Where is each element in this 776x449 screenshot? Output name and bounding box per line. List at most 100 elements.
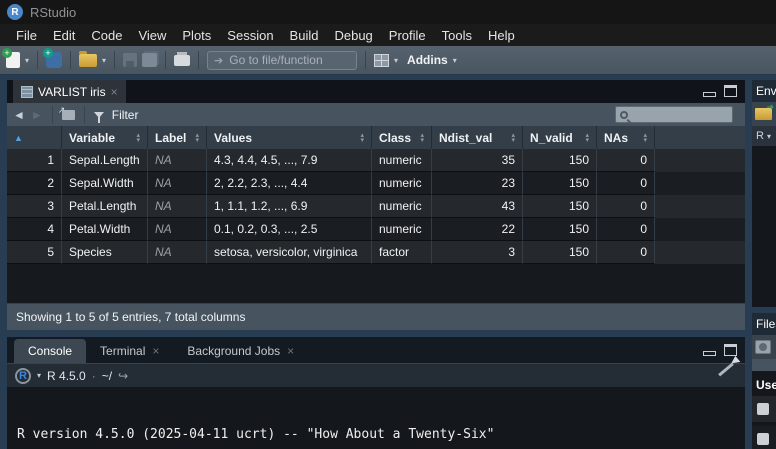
r-version-dropdown-icon[interactable]: ▾ [37,371,41,380]
open-in-new-window-icon[interactable] [62,110,75,120]
close-icon[interactable]: × [111,85,118,99]
header-n-valid[interactable]: N_valid▴▾ [523,126,597,149]
file-checkbox[interactable] [757,403,769,415]
files-toolbar [752,335,776,359]
environment-toolbar [752,102,776,126]
cell-class: numeric [372,218,432,241]
file-list-item[interactable] [752,396,776,422]
new-file-dropdown-icon[interactable]: ▾ [25,56,29,65]
files-breadcrumb-bar [752,359,776,371]
save-all-icon[interactable] [142,53,157,67]
table-row: 3 Petal.Length NA 1, 1.1, 1.2, ..., 6.9 … [7,195,745,218]
addins-dropdown-icon[interactable]: ▾ [453,56,457,65]
cell-variable: Petal.Length [62,195,148,218]
maximize-pane-icon[interactable] [724,344,737,356]
header-label[interactable]: Label▴▾ [148,126,207,149]
cell-values: 0.1, 0.2, 0.3, ..., 2.5 [207,218,372,241]
menu-build[interactable]: Build [282,28,327,43]
header-rownum[interactable]: ▲ [7,126,62,149]
tab-varlist-iris[interactable]: VARLIST iris × [13,80,126,103]
toolbar-separator [70,51,71,69]
pane-layout-dropdown-icon[interactable]: ▾ [394,56,398,65]
minimize-pane-icon[interactable] [703,92,716,97]
cell-class: numeric [372,172,432,195]
cell-nas: 0 [597,149,655,172]
new-file-icon[interactable] [6,52,20,68]
environment-pane: Environment R ▾ [752,80,776,307]
files-pane-header[interactable]: Files [752,313,776,335]
close-icon[interactable]: × [152,344,159,358]
print-icon[interactable] [174,55,190,66]
menu-debug[interactable]: Debug [326,28,380,43]
header-class[interactable]: Class▴▾ [372,126,432,149]
files-tab-label: Files [756,317,776,331]
goto-placeholder: Go to file/function [229,53,322,67]
table-header-row: ▲ Variable▴▾ Label▴▾ Values▴▾ Class▴▾ Nd… [7,126,745,149]
filter-icon[interactable] [94,112,104,118]
data-grid-icon [21,86,33,98]
menu-tools[interactable]: Tools [434,28,480,43]
menu-code[interactable]: Code [83,28,130,43]
cell-class: numeric [372,195,432,218]
new-folder-icon[interactable] [755,340,771,354]
go-to-directory-icon[interactable]: ↪ [118,369,128,383]
r-version-icon[interactable]: R [15,368,31,384]
back-arrow-icon[interactable]: ◄ [13,108,25,122]
file-checkbox[interactable] [757,433,769,445]
menu-view[interactable]: View [130,28,174,43]
environment-pane-header[interactable]: Environment [752,80,776,102]
goto-arrow-icon: ➔ [214,54,223,67]
chevron-down-icon: ▾ [767,132,771,141]
files-pane: Files Users [752,313,776,449]
header-variable[interactable]: Variable▴▾ [62,126,148,149]
menu-edit[interactable]: Edit [45,28,83,43]
header-ndist-val[interactable]: Ndist_val▴▾ [432,126,523,149]
addins-button[interactable]: Addins [407,53,448,67]
header-filler [655,126,745,149]
environment-scope-select[interactable]: R ▾ [752,126,776,146]
open-file-icon[interactable] [79,54,97,67]
row-number: 5 [7,241,62,264]
menu-session[interactable]: Session [219,28,281,43]
r-version-label: R 4.5.0 [47,369,86,383]
table-row: 5 Species NA setosa, versicolor, virgini… [7,241,745,264]
clear-console-icon[interactable] [718,363,734,377]
tab-terminal[interactable]: Terminal × [86,339,173,363]
tab-background-jobs[interactable]: Background Jobs × [173,339,308,363]
viewer-toolbar: ◄ ► Filter [7,103,745,126]
console-output-line: R version 4.5.0 (2025-04-11 ucrt) -- "Ho… [17,427,745,443]
file-list-item[interactable] [752,426,776,449]
new-project-icon[interactable] [46,52,62,68]
sort-icon: ▴▾ [585,133,589,143]
open-file-dropdown-icon[interactable]: ▾ [102,56,106,65]
cell-values: 2, 2.2, 2.3, ..., 4.4 [207,172,372,195]
row-number: 4 [7,218,62,241]
viewer-search-input[interactable] [615,106,733,123]
row-filler [655,195,745,218]
minimize-pane-icon[interactable] [703,351,716,356]
save-icon[interactable] [123,53,137,67]
menu-profile[interactable]: Profile [381,28,434,43]
cell-variable: Species [62,241,148,264]
tab-console[interactable]: Console [14,339,86,363]
close-icon[interactable]: × [287,344,294,358]
pane-layout-icon[interactable] [374,54,389,67]
header-values[interactable]: Values▴▾ [207,126,372,149]
cell-n-valid: 150 [523,149,597,172]
maximize-pane-icon[interactable] [724,85,737,97]
menu-file[interactable]: File [8,28,45,43]
import-dataset-icon[interactable] [755,108,772,120]
filter-button[interactable]: Filter [112,108,139,122]
sort-icon: ▴▾ [511,133,515,143]
menu-plots[interactable]: Plots [174,28,219,43]
forward-arrow-icon[interactable]: ► [31,108,43,122]
console-pane: Console Terminal × Background Jobs × R ▾… [7,337,745,449]
goto-file-function-input[interactable]: ➔ Go to file/function [207,51,357,70]
header-nas[interactable]: NAs▴▾ [597,126,655,149]
main-toolbar: ▾ ▾ ➔ Go to file/function ▾ Addins ▾ [0,46,776,75]
working-directory-label: ~/ [102,369,112,383]
toolbar-separator [165,51,166,69]
environment-scope-label: R [756,130,764,142]
menu-help[interactable]: Help [480,28,523,43]
cell-nas: 0 [597,172,655,195]
